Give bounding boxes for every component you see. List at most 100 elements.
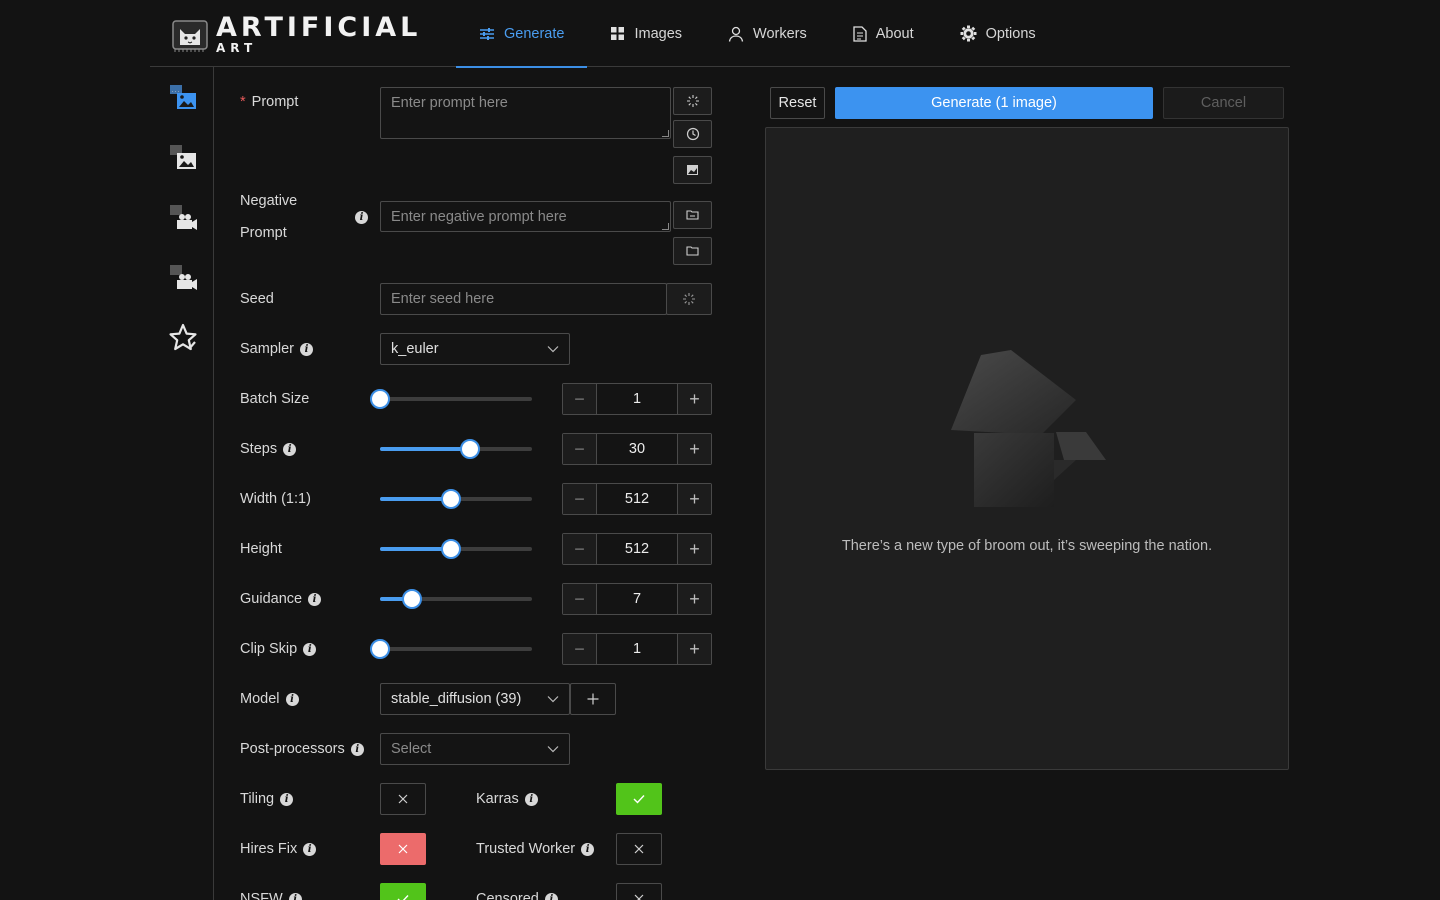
negative-prompt-label-line2: Prompt: [240, 225, 287, 241]
decrement-button[interactable]: −: [563, 534, 597, 564]
slider-thumb[interactable]: [441, 539, 462, 559]
reset-button[interactable]: Reset: [770, 87, 825, 119]
sampler-select[interactable]: k_euler: [380, 333, 570, 365]
sliders-icon: [480, 27, 494, 40]
decrement-button[interactable]: −: [563, 484, 597, 514]
increment-button[interactable]: +: [677, 584, 711, 614]
prompt-input[interactable]: Enter prompt here: [380, 87, 671, 139]
trusted-worker-label-text: Trusted Worker: [476, 841, 576, 857]
random-seed-button[interactable]: [666, 283, 712, 315]
resize-grip[interactable]: [662, 223, 669, 230]
prompt-history-button[interactable]: [673, 120, 712, 148]
prompt-label: * Prompt: [240, 94, 298, 110]
info-icon[interactable]: i: [288, 892, 302, 900]
increment-button[interactable]: +: [677, 534, 711, 564]
document-icon: [853, 25, 867, 42]
hires-fix-toggle[interactable]: [380, 833, 426, 865]
sidebar-workers-view[interactable]: [166, 201, 200, 235]
censored-toggle[interactable]: [616, 883, 662, 900]
hires-fix-label: Hires Fix i: [240, 841, 317, 857]
load-negative-prompt-button[interactable]: [673, 201, 712, 229]
tiling-label-text: Tiling: [240, 791, 275, 807]
nav-workers[interactable]: Workers: [705, 0, 830, 67]
width-slider[interactable]: [380, 489, 532, 509]
sidebar-interrogate[interactable]: [166, 261, 200, 295]
info-icon[interactable]: i: [350, 742, 364, 756]
seed-input[interactable]: Enter seed here: [380, 283, 667, 315]
info-icon[interactable]: i: [300, 342, 313, 356]
height-value[interactable]: 512: [597, 534, 677, 564]
guidance-stepper: − 7 +: [562, 583, 712, 615]
resize-grip[interactable]: [662, 130, 669, 137]
negative-prompt-label-line1: Negative: [240, 193, 297, 209]
sidebar-favorites[interactable]: [166, 321, 200, 355]
generate-button[interactable]: Generate (1 image): [835, 87, 1153, 119]
close-icon: [634, 894, 644, 900]
karras-toggle[interactable]: [616, 783, 662, 815]
info-icon[interactable]: i: [280, 792, 294, 806]
slider-thumb[interactable]: [370, 389, 390, 409]
slider-thumb[interactable]: [401, 589, 422, 609]
increment-button[interactable]: +: [677, 384, 711, 414]
info-icon[interactable]: i: [524, 792, 538, 806]
clip-skip-value[interactable]: 1: [597, 634, 677, 664]
batch-size-value[interactable]: 1: [597, 384, 677, 414]
batch-size-slider[interactable]: [370, 389, 532, 409]
nav-generate-label: Generate: [504, 25, 565, 42]
nav-images[interactable]: Images: [587, 0, 705, 67]
decrement-button[interactable]: −: [563, 384, 597, 414]
info-icon[interactable]: i: [283, 442, 297, 456]
increment-button[interactable]: +: [677, 484, 711, 514]
empty-box-illustration: [951, 350, 1106, 507]
close-icon: [398, 794, 408, 804]
sidebar-image-to-image[interactable]: [166, 141, 200, 175]
app-logo[interactable]: ARTIFICIAL ART: [170, 14, 421, 55]
model-select[interactable]: stable_diffusion (39): [380, 683, 570, 715]
batch-size-stepper: − 1 +: [562, 383, 712, 415]
width-value[interactable]: 512: [597, 484, 677, 514]
sidebar-text-to-image[interactable]: ...: [166, 81, 200, 115]
random-prompt-button[interactable]: [673, 87, 712, 115]
seed-placeholder: Enter seed here: [391, 291, 495, 307]
negative-prompt-input[interactable]: Enter negative prompt here: [380, 201, 671, 232]
trusted-worker-toggle[interactable]: [616, 833, 662, 865]
nav-generate[interactable]: Generate: [456, 0, 588, 68]
nav-options[interactable]: Options: [937, 0, 1059, 67]
add-model-button[interactable]: [570, 683, 616, 715]
nav-about[interactable]: About: [830, 0, 937, 67]
info-icon[interactable]: i: [308, 592, 322, 606]
info-icon[interactable]: i: [285, 692, 299, 706]
cancel-button[interactable]: Cancel: [1163, 87, 1284, 119]
decrement-button[interactable]: −: [563, 634, 597, 664]
slider-thumb[interactable]: [441, 489, 462, 509]
height-slider[interactable]: [380, 539, 532, 559]
clip-skip-slider[interactable]: [370, 639, 532, 659]
slider-thumb[interactable]: [370, 639, 390, 659]
slider-thumb[interactable]: [459, 439, 480, 459]
info-icon[interactable]: i: [581, 842, 595, 856]
folder-icon: [685, 246, 699, 256]
nsfw-toggle[interactable]: [380, 883, 426, 900]
guidance-slider[interactable]: [380, 589, 532, 609]
check-icon: [397, 895, 409, 900]
tiling-toggle[interactable]: [380, 783, 426, 815]
steps-slider[interactable]: [380, 439, 532, 459]
increment-button[interactable]: +: [677, 634, 711, 664]
steps-value[interactable]: 30: [597, 434, 677, 464]
negative-prompt-folder-button[interactable]: [673, 237, 712, 265]
info-icon[interactable]: i: [303, 842, 317, 856]
info-icon[interactable]: i: [355, 211, 368, 224]
guidance-value[interactable]: 7: [597, 584, 677, 614]
increment-button[interactable]: +: [677, 434, 711, 464]
check-icon: [633, 795, 645, 804]
close-icon: [398, 844, 408, 854]
model-label: Model i: [240, 691, 299, 707]
star-icon: [169, 323, 197, 351]
decrement-button[interactable]: −: [563, 584, 597, 614]
decrement-button[interactable]: −: [563, 434, 597, 464]
post-processors-select[interactable]: Select: [380, 733, 570, 765]
prompt-image-button[interactable]: [673, 156, 712, 184]
info-icon[interactable]: i: [544, 892, 558, 900]
height-stepper: − 512 +: [562, 533, 712, 565]
info-icon[interactable]: i: [303, 642, 317, 656]
